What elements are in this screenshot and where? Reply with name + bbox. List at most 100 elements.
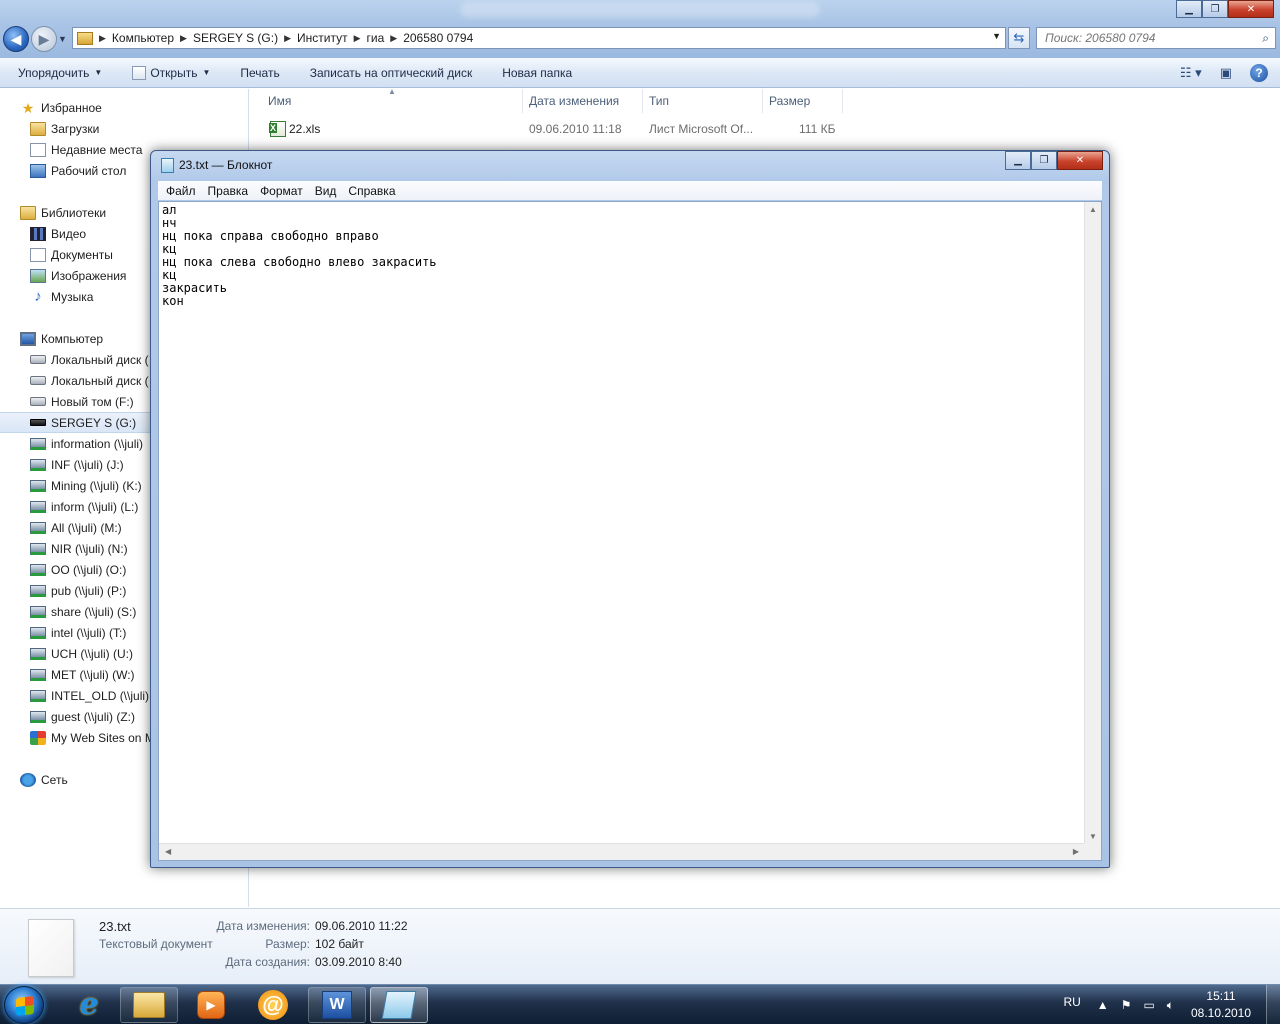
menu-format[interactable]: Формат [260,184,303,198]
language-indicator[interactable]: RU [1063,995,1080,1009]
help-icon[interactable]: ? [1250,64,1268,82]
nav-label: UCH (\\juli) (U:) [51,646,133,661]
notepad-minimize-button[interactable]: ▁ [1005,151,1031,170]
search-input[interactable] [1045,31,1245,45]
show-hidden-icons-icon[interactable]: ▲ [1097,998,1109,1012]
nav-label: Избранное [41,100,102,115]
preview-pane-icon[interactable]: ▣ [1220,65,1232,81]
breadcrumb-computer[interactable]: Компьютер [112,31,174,45]
menu-view[interactable]: Вид [315,184,337,198]
vertical-scrollbar[interactable]: ▲ ▼ [1084,202,1101,844]
clock[interactable]: 15:11 08.10.2010 [1186,988,1256,1022]
chevron-right-icon[interactable]: ▶ [99,33,106,44]
computer-icon [20,331,36,346]
local-disk-icon [30,397,46,406]
forward-button[interactable]: ▶ [31,26,57,52]
nav-label: NIR (\\juli) (N:) [51,541,128,556]
column-header-size[interactable]: Размер [763,89,843,113]
close-button[interactable]: ✕ [1228,0,1274,18]
maximize-button[interactable]: ❐ [1202,0,1228,18]
print-button[interactable]: Печать [240,61,279,85]
back-button[interactable]: ◀ [3,26,29,52]
column-header-name[interactable]: Имя ▲ [250,87,523,113]
nav-downloads[interactable]: Загрузки [0,118,248,139]
explorer-folder-icon [133,992,165,1018]
start-button[interactable] [4,986,44,1024]
details-file-name: 23.txt [99,919,131,934]
address-bar[interactable]: ▶ Компьютер ▶ SERGEY S (G:) ▶ Институт ▶… [72,27,1006,49]
notepad-maximize-button[interactable]: ❐ [1031,151,1057,170]
minimize-button[interactable]: ▁ [1176,0,1202,18]
print-label: Печать [240,65,280,80]
notepad-close-button[interactable]: ✕ [1057,151,1103,170]
scroll-down-icon[interactable]: ▼ [1089,832,1097,841]
menu-file[interactable]: Файл [166,184,196,198]
breadcrumb-institute[interactable]: Институт [297,31,348,45]
action-center-flag-icon[interactable]: ⚑ [1121,998,1132,1012]
breadcrumb-drive[interactable]: SERGEY S (G:) [193,31,278,45]
burn-button[interactable]: Записать на оптический диск [310,61,473,85]
nav-label: OO (\\juli) (O:) [51,562,127,577]
horizontal-scrollbar[interactable]: ◀ ▶ [159,843,1085,860]
chevron-right-icon[interactable]: ▶ [284,33,291,44]
system-tray: RU ▲ ⚑ ▭ 🔈︎ 15:11 08.10.2010 [1063,985,1280,1024]
nav-label: INF (\\juli) (J:) [51,457,124,472]
nav-label: pub (\\juli) (P:) [51,583,127,598]
breadcrumb-gia[interactable]: гиа [367,31,385,45]
notepad-menu-bar: Файл Правка Формат Вид Справка [158,181,1102,200]
chevron-right-icon[interactable]: ▶ [390,33,397,44]
address-dropdown-icon[interactable]: ▼ [992,31,1001,41]
search-icon[interactable]: ⌕ [1262,31,1269,46]
refresh-button[interactable]: ⇆ [1008,27,1030,49]
scroll-up-icon[interactable]: ▲ [1089,205,1097,214]
organize-label: Упорядочить [18,65,90,80]
taskbar-word[interactable]: W [308,987,366,1023]
scroll-left-icon[interactable]: ◀ [165,847,171,856]
notepad-window[interactable]: 23.txt — Блокнот ▁ ❐ ✕ Файл Правка Форма… [150,150,1110,868]
column-header-modified[interactable]: Дата изменения [523,89,643,113]
taskbar-explorer[interactable] [120,987,178,1023]
column-label: Тип [649,94,670,108]
libraries-icon [20,205,36,220]
search-box[interactable]: ⌕ [1036,27,1276,49]
menu-edit[interactable]: Правка [208,184,249,198]
menu-help[interactable]: Справка [348,184,395,198]
show-desktop-button[interactable] [1266,985,1280,1024]
taskbar-internet-explorer[interactable]: e [60,987,118,1023]
network-drive-icon [30,605,46,618]
organize-button[interactable]: Упорядочить ▼ [18,61,102,85]
folder-icon [77,31,93,45]
chevron-right-icon[interactable]: ▶ [180,33,187,44]
desktop-icon [30,163,46,178]
notepad-icon [161,158,174,173]
file-modified: 09.06.2010 11:18 [529,122,622,136]
taskbar: e ▶ @ W RU ▲ ⚑ ▭ 🔈︎ 15:11 08.10.2010 [0,984,1280,1024]
breadcrumb-current-folder[interactable]: 206580 0794 [403,31,473,45]
file-row[interactable]: 22.xls 09.06.2010 11:18 Лист Microsoft O… [260,119,840,139]
open-button[interactable]: Открыть ▼ [132,61,210,85]
taskbar-notepad[interactable] [370,987,428,1023]
view-options-icon[interactable]: ☷ ▾ [1180,65,1202,81]
notepad-title: 23.txt — Блокнот [179,158,273,172]
network-status-icon[interactable]: ▭ [1143,998,1154,1012]
volume-icon[interactable]: 🔈︎ [1167,998,1174,1013]
chevron-right-icon[interactable]: ▶ [354,33,361,44]
new-folder-button[interactable]: Новая папка [502,61,572,85]
excel-file-icon [269,121,286,137]
column-header-type[interactable]: Тип [643,89,763,113]
scroll-right-icon[interactable]: ▶ [1073,847,1079,856]
column-label: Размер [769,94,811,108]
nav-label: information (\\juli) [51,436,144,451]
notepad-edit-area[interactable]: ал нч нц пока справа свободно вправо кц … [158,201,1102,861]
internet-explorer-icon: e [79,987,99,1022]
taskbar-media-player[interactable]: ▶ [182,987,240,1023]
nav-label: Документы [51,247,113,262]
details-created-value: 03.09.2010 8:40 [315,955,402,969]
notepad-window-controls: ▁ ❐ ✕ [1005,151,1103,170]
nav-label: Компьютер [41,331,104,346]
downloads-folder-icon [30,121,46,136]
recent-pages-dropdown[interactable]: ▼ [58,34,67,44]
notepad-text[interactable]: ал нч нц пока справа свободно вправо кц … [162,204,1082,840]
nav-favorites[interactable]: ★ Избранное [0,97,248,118]
taskbar-mail-agent[interactable]: @ [244,987,302,1023]
